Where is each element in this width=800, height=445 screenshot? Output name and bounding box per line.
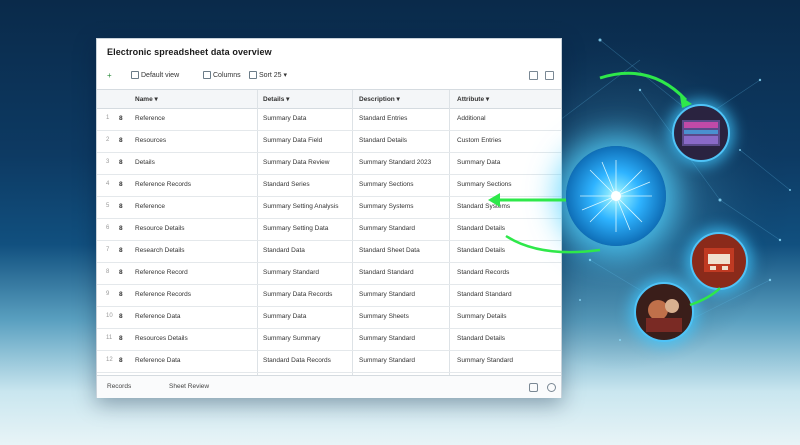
arrow-head-icon: [488, 193, 500, 207]
connection-arrows: [488, 71, 721, 307]
arrow-head-icon: [680, 96, 692, 108]
